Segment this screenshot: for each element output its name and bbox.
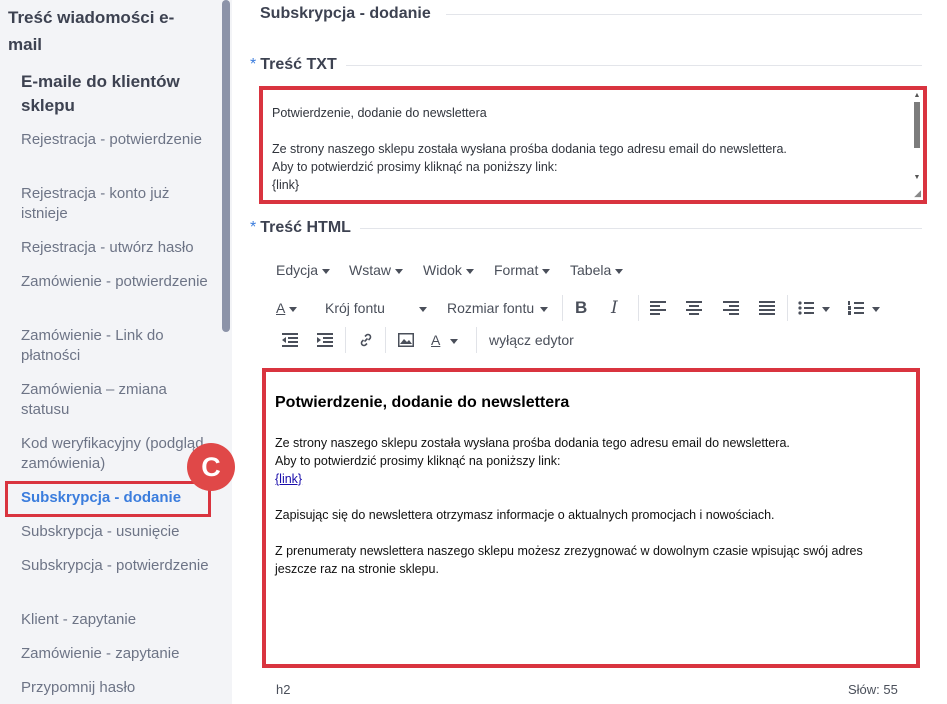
header-divider (446, 14, 922, 15)
text-color-button[interactable]: A (276, 293, 298, 323)
editor-paragraph-3: Z prenumeraty newslettera naszego sklepu… (275, 544, 863, 576)
editor-toolbar-row-2: A wyłącz edytor (270, 325, 920, 355)
editor-link[interactable]: {link} (275, 472, 302, 486)
active-item-highlight (5, 481, 211, 517)
textarea-scrollbar-thumb[interactable] (914, 102, 920, 148)
align-justify-icon[interactable] (759, 301, 775, 315)
txt-section-label: * Treść TXT (250, 56, 337, 74)
editor-paragraph-1-line-2: Aby to potwierdzić prosimy kliknąć na po… (275, 454, 561, 468)
txt-label-text: Treść TXT (260, 56, 337, 73)
html-section-divider (360, 228, 922, 229)
editor-word-count: Słów: 55 (848, 682, 898, 697)
sidebar-item-verification-code[interactable]: Kod weryfikacyjny (podgląd zamówienia) (21, 434, 211, 474)
align-left-icon[interactable] (650, 301, 666, 315)
editor-paragraph-2: Zapisując się do newslettera otrzymasz i… (275, 508, 775, 522)
sidebar-item-registration-exists[interactable]: Rejestracja - konto już istnieje (21, 184, 211, 224)
align-right-icon[interactable] (723, 301, 739, 315)
html-content-editor[interactable]: Potwierdzenie, dodanie do newslettera Ze… (262, 368, 920, 668)
txt-content-textarea[interactable]: Potwierdzenie, dodanie do newslettera Ze… (259, 86, 927, 204)
bold-icon[interactable]: B (575, 293, 587, 323)
numbered-list-icon[interactable] (848, 301, 864, 315)
sidebar-item-subscription-confirm[interactable]: Subskrypcja - potwierdzenie (21, 556, 211, 576)
html-label-text: Treść HTML (260, 219, 351, 236)
required-mark: * (250, 56, 257, 73)
editor-link-line: {link} (275, 470, 905, 488)
scroll-down-icon[interactable]: ▼ (913, 174, 921, 182)
sidebar-item-client-inquiry[interactable]: Klient - zapytanie (21, 610, 211, 630)
outdent-icon[interactable] (282, 333, 298, 347)
resize-handle-icon[interactable]: ◢ (914, 189, 921, 198)
bullet-list-icon[interactable] (798, 301, 814, 315)
txt-content-value: Potwierdzenie, dodanie do newslettera Ze… (272, 106, 787, 192)
txt-section-divider (346, 65, 922, 66)
sidebar-title: Treść wiadomości e-mail (8, 8, 175, 54)
page-title: Subskrypcja - dodanie (260, 5, 431, 22)
sidebar-item-subscription-remove[interactable]: Subskrypcja - usunięcie (21, 522, 211, 542)
sidebar-item-order-confirm[interactable]: Zamówienie - potwierdzenie (21, 272, 211, 292)
sidebar-group-heading: E-maile do klientów sklepu (21, 72, 180, 115)
bullet-list-dropdown-icon[interactable] (818, 293, 830, 323)
sidebar-item-remind-password[interactable]: Przypomnij hasło (21, 678, 211, 698)
sidebar-item-order-status[interactable]: Zamówienia – zmiana statusu (21, 380, 211, 420)
required-mark: * (250, 219, 257, 236)
align-center-icon[interactable] (686, 301, 702, 315)
menu-table[interactable]: Tabela (570, 262, 624, 278)
link-icon[interactable] (358, 332, 374, 348)
numbered-list-dropdown-icon[interactable] (868, 293, 880, 323)
indent-icon[interactable] (317, 333, 333, 347)
sidebar-item-order-inquiry[interactable]: Zamówienie - zapytanie (21, 644, 211, 664)
editor-element-path[interactable]: h2 (276, 682, 290, 697)
background-color-button[interactable]: A (431, 325, 459, 355)
html-section-label: * Treść HTML (250, 219, 351, 237)
sidebar: Treść wiadomości e-mail E-maile do klien… (0, 0, 232, 704)
menu-edit[interactable]: Edycja (276, 262, 331, 278)
scroll-up-icon[interactable]: ▲ (913, 92, 921, 100)
editor-paragraph-1-line-1: Ze strony naszego sklepu została wysłana… (275, 436, 790, 450)
menu-format[interactable]: Format (494, 262, 551, 278)
sidebar-item-registration-password[interactable]: Rejestracja - utwórz hasło (21, 238, 211, 258)
sidebar-item-registration-confirm[interactable]: Rejestracja - potwierdzenie (21, 130, 211, 150)
menu-insert[interactable]: Wstaw (349, 262, 403, 278)
image-icon[interactable] (398, 333, 414, 347)
toggle-editor-button[interactable]: wyłącz edytor (489, 325, 574, 355)
font-family-select[interactable]: Krój fontu (325, 293, 427, 323)
italic-icon[interactable]: I (611, 293, 618, 323)
editor-toolbar-row-1: A Krój fontu Rozmiar fontu B I (270, 293, 920, 323)
sidebar-scrollbar[interactable] (222, 0, 230, 332)
editor-heading: Potwierdzenie, dodanie do newslettera (275, 394, 570, 411)
callout-badge: C (187, 443, 235, 491)
font-size-select[interactable]: Rozmiar fontu (447, 293, 549, 323)
menu-view[interactable]: Widok (423, 262, 474, 278)
sidebar-item-order-payment-link[interactable]: Zamówienie - Link do płatności (21, 326, 211, 366)
